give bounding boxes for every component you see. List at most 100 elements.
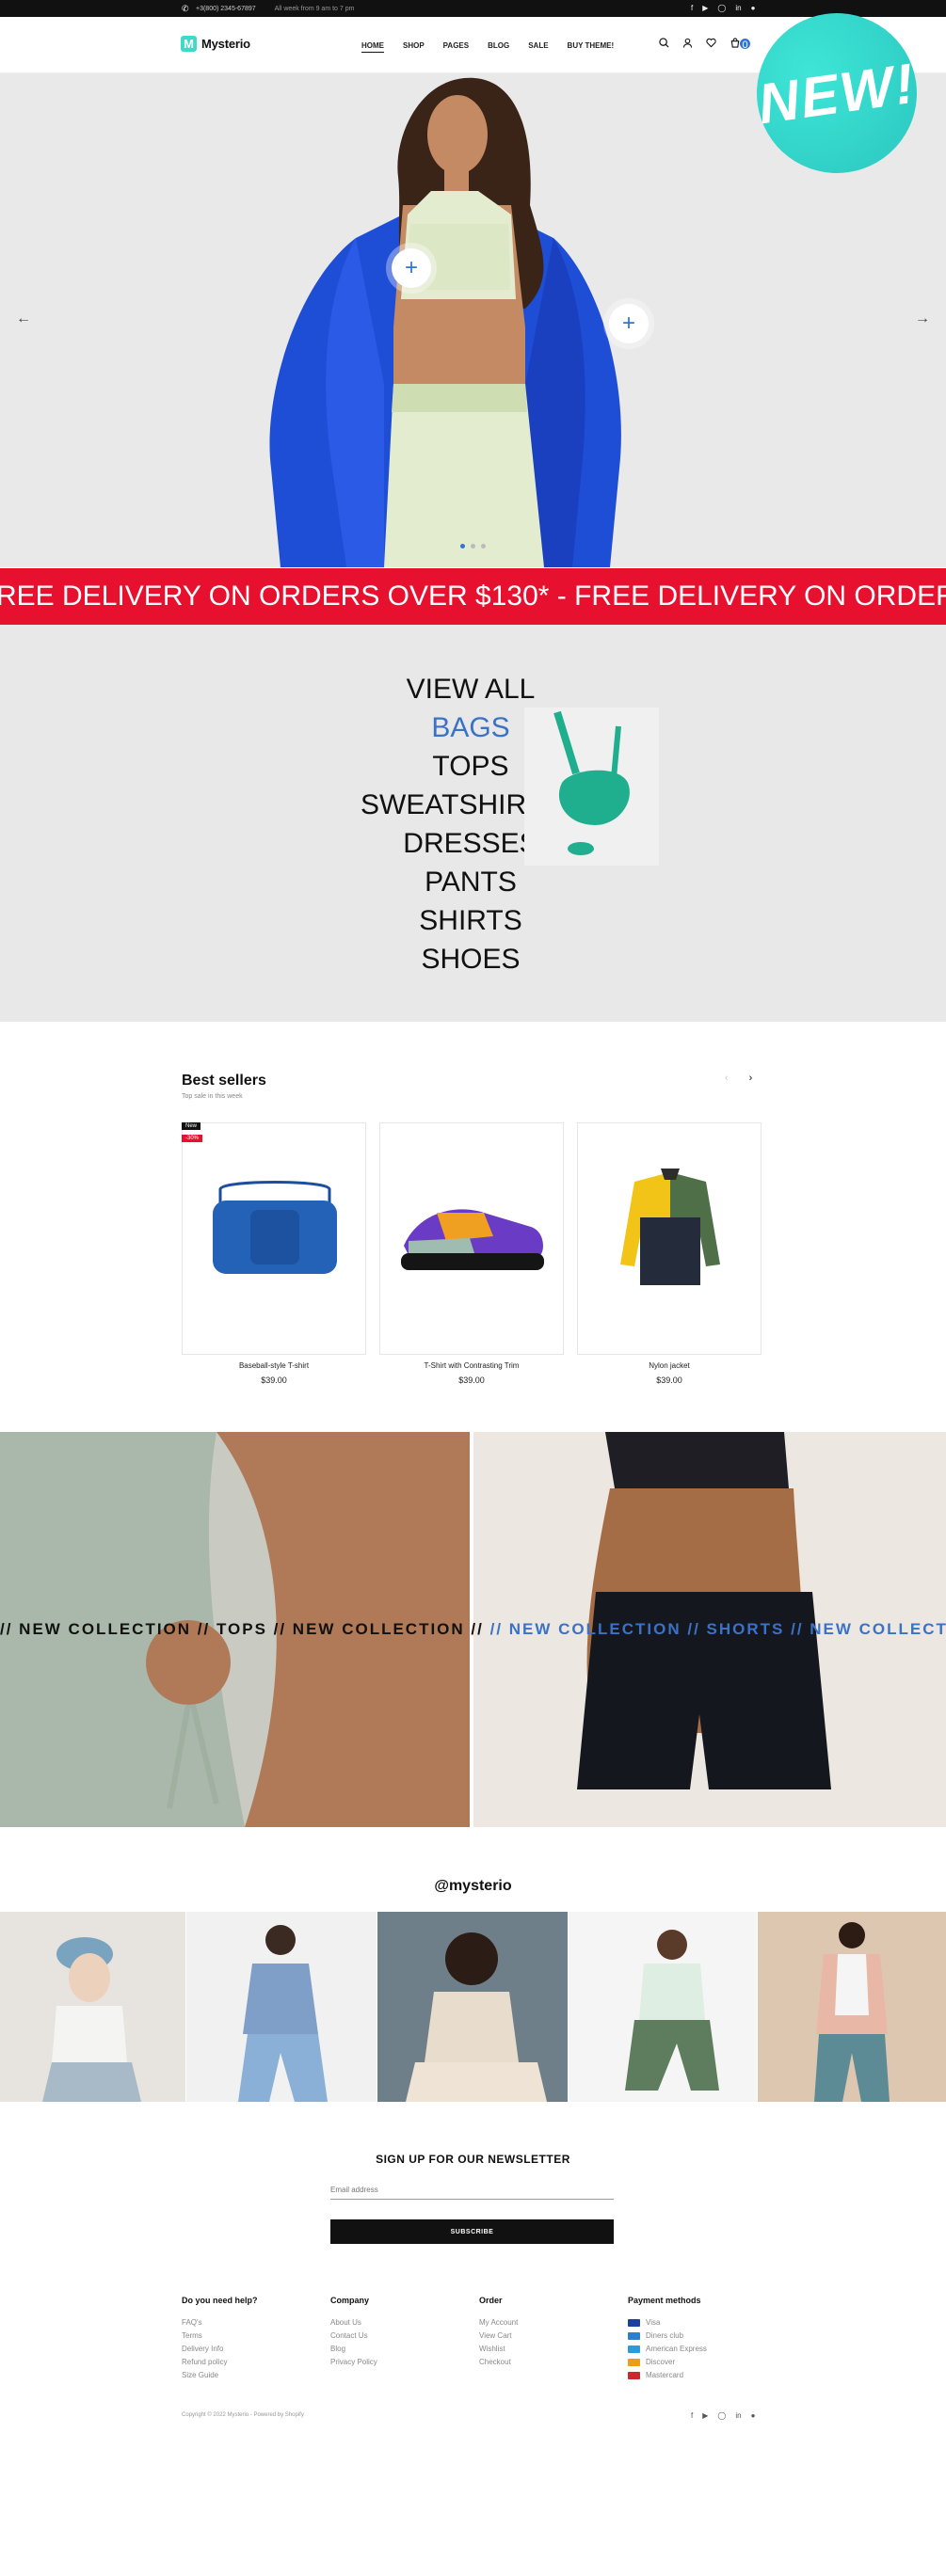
nav-home[interactable]: HOME [361, 41, 384, 53]
visa-icon [628, 2319, 640, 2327]
cart-icon [730, 38, 741, 51]
product-card[interactable] [379, 1122, 564, 1355]
nav-blog[interactable]: BLOG [488, 41, 509, 53]
payment-method: American Express [628, 2343, 769, 2356]
product-hotspot-plus-icon[interactable]: + [392, 248, 431, 288]
contact-info: ✆ +3(800) 2345-67897 All week from 9 am … [182, 5, 354, 13]
top-socials: f ▶ ◯ in ● [691, 4, 755, 12]
chevron-right-icon[interactable]: › [749, 1073, 753, 1084]
footer-link[interactable]: Contact Us [330, 2330, 472, 2343]
product-card[interactable] [577, 1122, 762, 1355]
top-bar: ✆ +3(800) 2345-67897 All week from 9 am … [0, 0, 946, 17]
product-name[interactable]: Baseball-style T-shirt [182, 1361, 366, 1370]
mastercard-icon [628, 2372, 640, 2379]
payment-label: Discover [646, 2358, 676, 2366]
footer-link[interactable]: About Us [330, 2316, 472, 2330]
product-name[interactable]: T-Shirt with Contrasting Trim [379, 1361, 564, 1370]
footer-link[interactable]: Blog [330, 2343, 472, 2356]
footer-link[interactable]: Refund policy [182, 2356, 323, 2369]
hero-next-arrow-icon[interactable]: → [915, 310, 930, 327]
product-name[interactable]: Nylon jacket [577, 1361, 762, 1370]
footer-link[interactable]: Wishlist [479, 2343, 620, 2356]
slider-dot-active[interactable] [460, 544, 465, 549]
footer-order-title: Order [479, 2296, 503, 2305]
footer-socials: f ▶ ◯ in ● [691, 2411, 755, 2420]
instagram-photo[interactable] [758, 1912, 946, 2102]
ticker-shorts[interactable]: // NEW COLLECTION // SHORTS // NEW COLLE… [490, 1620, 946, 1638]
footer-link[interactable]: Delivery Info [182, 2343, 323, 2356]
logo[interactable]: M Mysterio [181, 36, 250, 52]
facebook-icon[interactable]: f [691, 2411, 693, 2420]
nav-shop[interactable]: SHOP [403, 41, 425, 53]
instagram-photo[interactable] [569, 1912, 757, 2102]
phone-icon: ✆ [182, 4, 189, 13]
instagram-icon[interactable]: ◯ [717, 2411, 726, 2420]
copyright: Copyright © 2022 Mysterio - Powered by S… [182, 2412, 304, 2418]
slider-dot[interactable] [481, 544, 486, 549]
newsletter-title: SIGN UP FOR OUR NEWSLETTER [376, 2153, 570, 2166]
new-badge-label: New [182, 1122, 201, 1130]
youtube-icon[interactable]: ▶ [702, 4, 708, 12]
working-hours: All week from 9 am to 7 pm [274, 6, 355, 12]
instagram-photo[interactable] [186, 1912, 377, 2102]
chevron-left-icon[interactable]: ‹ [725, 1073, 729, 1084]
category-shirts[interactable]: SHIRTS [282, 901, 659, 940]
cart-count-badge: 0 [740, 39, 751, 51]
product-card[interactable] [182, 1122, 366, 1355]
youtube-icon[interactable]: ▶ [702, 2411, 708, 2420]
product-price: $39.00 [458, 1375, 485, 1385]
category-shoes[interactable]: SHOES [282, 940, 659, 978]
sale-badge: -30% [182, 1135, 203, 1142]
footer-link[interactable]: Size Guide [182, 2369, 323, 2382]
payment-label: Diners club [646, 2331, 684, 2340]
subscribe-button[interactable]: SUBSCRIBE [330, 2219, 614, 2244]
best-sellers-nav: ‹ › [725, 1073, 752, 1084]
wishlist-icon[interactable] [706, 38, 716, 52]
product-hotspot-plus-icon[interactable]: + [609, 304, 649, 343]
account-icon[interactable] [682, 38, 693, 52]
category-view-all[interactable]: VIEW ALL [282, 670, 659, 708]
hero-prev-arrow-icon[interactable]: ← [16, 310, 31, 327]
search-icon[interactable] [659, 38, 669, 52]
email-field[interactable] [330, 2181, 614, 2200]
product-image-sneaker [401, 1209, 544, 1270]
linkedin-icon[interactable]: in [735, 2411, 741, 2420]
logo-text: Mysterio [201, 37, 250, 51]
instagram-photo[interactable] [377, 1912, 568, 2102]
phone-number[interactable]: +3(800) 2345-67897 [196, 6, 256, 12]
instagram-icon[interactable]: ◯ [717, 4, 726, 12]
footer-link[interactable]: Privacy Policy [330, 2356, 472, 2369]
footer-order: Order My Account View Cart Wishlist Chec… [479, 2296, 620, 2369]
footer-link[interactable]: Checkout [479, 2356, 620, 2369]
footer-link[interactable]: Terms [182, 2330, 323, 2343]
payment-method: Diners club [628, 2330, 769, 2343]
diners-club-icon [628, 2332, 640, 2340]
footer-company: Company About Us Contact Us Blog Privacy… [330, 2296, 472, 2369]
payment-label: American Express [646, 2345, 707, 2353]
payment-label: Visa [646, 2318, 661, 2327]
nav-buy-theme[interactable]: BUY THEME! [568, 41, 615, 53]
product-image-jacket [620, 1169, 720, 1285]
bag-preview-image [524, 708, 659, 866]
footer-link[interactable]: FAQ's [182, 2316, 323, 2330]
collection-ticker: // NEW COLLECTION // TOPS // NEW COLLECT… [0, 1620, 946, 1639]
payment-method: Mastercard [628, 2369, 769, 2382]
category-pants[interactable]: PANTS [282, 863, 659, 901]
ticker-tops[interactable]: // NEW COLLECTION // TOPS // NEW COLLECT… [0, 1620, 484, 1638]
facebook-icon[interactable]: f [691, 4, 693, 12]
pinterest-icon[interactable]: ● [751, 2411, 756, 2420]
footer-link[interactable]: My Account [479, 2316, 620, 2330]
footer-link[interactable]: View Cart [479, 2330, 620, 2343]
cart-button[interactable]: 0 [730, 38, 751, 52]
logo-mark: M [181, 36, 197, 52]
payment-method: Discover [628, 2356, 769, 2369]
nav-pages[interactable]: PAGES [443, 41, 469, 53]
slider-dot[interactable] [471, 544, 475, 549]
footer-help-title: Do you need help? [182, 2296, 258, 2305]
instagram-photo[interactable] [0, 1912, 185, 2102]
categories-section: VIEW ALL BAGS TOPS SWEATSHIRTS DRESSES P… [0, 625, 946, 1022]
linkedin-icon[interactable]: in [735, 4, 741, 12]
pinterest-icon[interactable]: ● [751, 4, 756, 12]
instagram-handle[interactable]: @mysterio [0, 1878, 946, 1895]
nav-sale[interactable]: SALE [528, 41, 548, 53]
